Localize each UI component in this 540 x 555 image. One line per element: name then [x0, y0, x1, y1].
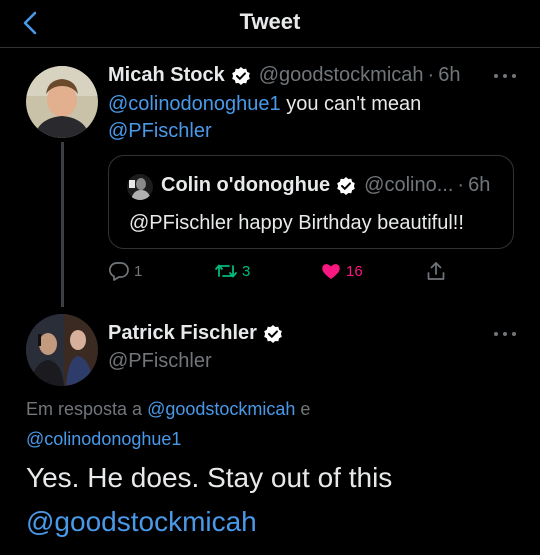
retweet-count: 3: [242, 262, 251, 280]
share-icon: [427, 262, 445, 280]
author-name[interactable]: Micah Stock: [108, 64, 225, 87]
page-title: Tweet: [239, 9, 301, 34]
like-button[interactable]: 16: [320, 260, 363, 282]
tweet-body-text: Yes. He does. Stay out of this: [26, 462, 393, 493]
mention-link[interactable]: @goodstockmicah: [147, 399, 295, 419]
mention-link[interactable]: @colinodonoghue1: [26, 429, 181, 449]
separator-dot: ·: [457, 174, 465, 196]
author-handle[interactable]: @PFischler: [108, 348, 212, 375]
like-count: 16: [346, 262, 363, 280]
more-icon[interactable]: [494, 72, 516, 80]
avatar-colin: [127, 174, 153, 200]
tweet2-text: Yes. He does. Stay out of this @goodstoc…: [26, 456, 392, 544]
author-handle[interactable]: @goodstockmicah: [259, 64, 424, 87]
reply-button[interactable]: 1: [108, 260, 142, 282]
retweet-button[interactable]: 3: [214, 260, 250, 282]
tweet-body-text: you can't mean: [280, 93, 422, 115]
quote-author-name: Colin o'donoghue: [161, 174, 331, 196]
quoted-tweet-card[interactable]: Colin o'donoghue @colino... · 6h @PFisch…: [108, 155, 514, 249]
mention-link[interactable]: @goodstockmicah: [26, 506, 257, 537]
quote-header: Colin o'donoghue @colino... · 6h: [161, 174, 490, 197]
tweet1-text: @colinodonoghue1 you can't mean @PFischl…: [108, 91, 508, 145]
reply-prefix: Em resposta a: [26, 399, 148, 419]
avatar-micah[interactable]: [26, 66, 98, 138]
quote-text: @PFischler happy Birthday beautiful!!: [129, 212, 464, 234]
reply-icon: [108, 262, 129, 281]
timestamp[interactable]: 6h: [438, 64, 460, 87]
top-bar: Tweet: [0, 0, 540, 48]
tweet2-header: Patrick Fischler: [108, 322, 283, 345]
retweet-icon: [215, 264, 237, 278]
verified-icon: [336, 176, 356, 196]
reply-context: Em resposta a @goodstockmicah e @colinod…: [26, 394, 526, 454]
tweet1-header: Micah Stock @goodstockmicah · 6h: [108, 64, 460, 87]
reply-conjunction: e: [295, 399, 311, 419]
mention-link[interactable]: @PFischler: [108, 120, 212, 142]
more-icon[interactable]: [494, 330, 516, 338]
quote-timestamp: 6h: [468, 174, 491, 196]
quote-author-handle: @colino...: [364, 174, 454, 196]
reply-count: 1: [134, 262, 143, 280]
thread-connector: [61, 142, 64, 307]
mention-link[interactable]: @colinodonoghue1: [108, 93, 281, 115]
verified-icon: [231, 66, 251, 86]
avatar-patrick[interactable]: [26, 314, 98, 386]
share-button[interactable]: [425, 260, 447, 282]
heart-icon: [322, 264, 340, 279]
author-name[interactable]: Patrick Fischler: [108, 322, 257, 345]
separator-dot: ·: [427, 64, 435, 86]
verified-icon: [263, 324, 283, 344]
